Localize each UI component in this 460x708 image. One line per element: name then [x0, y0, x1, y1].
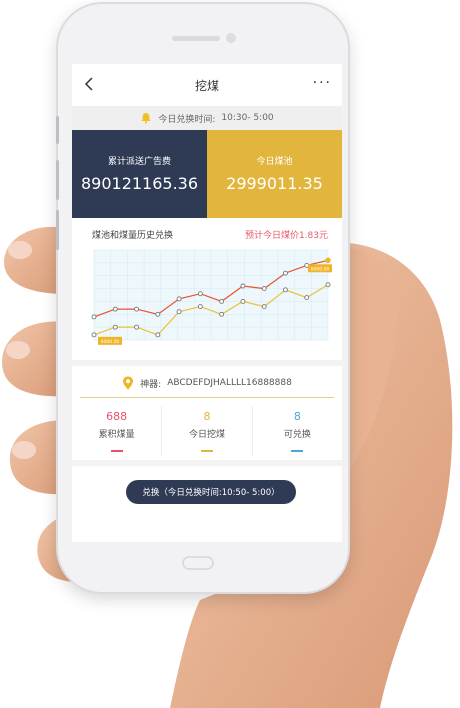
value-tag-label-0: 4000.00 [101, 339, 120, 345]
estimated-price: 预计今日煤价1.83元 [244, 231, 328, 241]
kpi-exchangeable-value: 8 [293, 410, 301, 423]
series-0-point [240, 283, 246, 289]
coal-pool-value: 2999011.35 [226, 174, 323, 193]
history-line-chart: 4000.00 6000.00 [91, 249, 332, 345]
kpi-exchangeable: 8 可兑换 [251, 406, 342, 456]
exchange-button[interactable]: 兑换（今日兑换时间:10:50- 5:00） [126, 480, 296, 504]
series-0-point [261, 286, 267, 292]
section-divider [72, 360, 342, 366]
device-label: 神器: [140, 379, 162, 390]
series-0-point [176, 296, 182, 302]
kpi-exchangeable-label: 可兑换 [283, 430, 311, 440]
series-1-point [112, 324, 118, 330]
series-0-point [219, 298, 225, 304]
navigation-bar: 挖煤 ··· [72, 64, 342, 106]
series-0-point [325, 257, 331, 264]
value-tag-label-1: 6000.00 [311, 266, 330, 272]
series-1-point [283, 287, 288, 293]
series-1-point [325, 282, 331, 288]
exchange-time-notice: 今日兑换时间: 10:30- 5:00 [72, 106, 342, 130]
device-row: 神器: ABCDEFDJHALLLL16888888 [72, 370, 342, 398]
speaker-grill [172, 36, 220, 41]
kpi-total-coal-bar [110, 450, 123, 452]
series-1-point [240, 298, 246, 304]
series-1-point [219, 311, 225, 317]
kpi-total-coal-label: 累积煤量 [98, 430, 135, 440]
series-1-point [197, 304, 203, 310]
ad-fee-value: 890121165.36 [80, 174, 199, 193]
series-0-point [91, 314, 97, 320]
coal-pool-label: 今日煤池 [256, 157, 293, 167]
mute-switch [56, 116, 59, 144]
series-0-point [197, 291, 203, 297]
front-camera [226, 33, 236, 43]
notice-label: 今日兑换时间: [158, 114, 216, 125]
ad-fee-label: 累计派送广告费 [107, 157, 171, 167]
page-title: 挖煤 [194, 79, 219, 93]
location-pin-icon [123, 376, 134, 390]
kpi-today-mined-value: 8 [203, 410, 211, 423]
volume-down-button [56, 210, 59, 250]
series-0-point [283, 270, 288, 276]
series-1-point [155, 332, 161, 338]
series-1-point [134, 324, 139, 330]
kpi-today-mined: 8 今日挖煤 [161, 406, 251, 456]
notice-time: 10:30- 5:00 [221, 113, 274, 123]
kpi-today-mined-label: 今日挖煤 [188, 430, 225, 440]
series-1-point [304, 295, 310, 301]
kpi-row: 688 累积煤量 8 今日挖煤 8 可兑换 [72, 406, 342, 456]
series-0-point [155, 311, 161, 317]
kpi-today-mined-bar [200, 450, 213, 452]
section-divider-2 [72, 460, 342, 466]
kpi-total-coal: 688 累积煤量 [72, 406, 161, 456]
series-0-point [134, 306, 139, 312]
kpi-exchangeable-bar [291, 450, 304, 452]
more-menu-icon[interactable]: ··· [313, 76, 332, 90]
chart-title: 煤池和煤量历史兑换 [92, 231, 174, 241]
kpi-total-coal-value: 688 [106, 410, 128, 423]
bell-icon [141, 113, 151, 124]
app-screen: 挖煤 ··· 今日兑换时间: 10:30- 5:00 累计派送广告费 89012… [72, 64, 342, 542]
series-1-point [176, 309, 182, 315]
volume-up-button [56, 160, 59, 200]
device-underline [80, 397, 334, 398]
home-indicator-icon [182, 556, 214, 570]
series-0-point [112, 306, 118, 312]
ad-fee-card: 累计派送广告费 890121165.36 [72, 130, 207, 218]
series-1-point [261, 304, 267, 310]
device-value: ABCDEFDJHALLLL16888888 [167, 378, 292, 388]
coal-pool-card: 今日煤池 2999011.35 [207, 130, 342, 218]
series-1-point [91, 332, 97, 338]
